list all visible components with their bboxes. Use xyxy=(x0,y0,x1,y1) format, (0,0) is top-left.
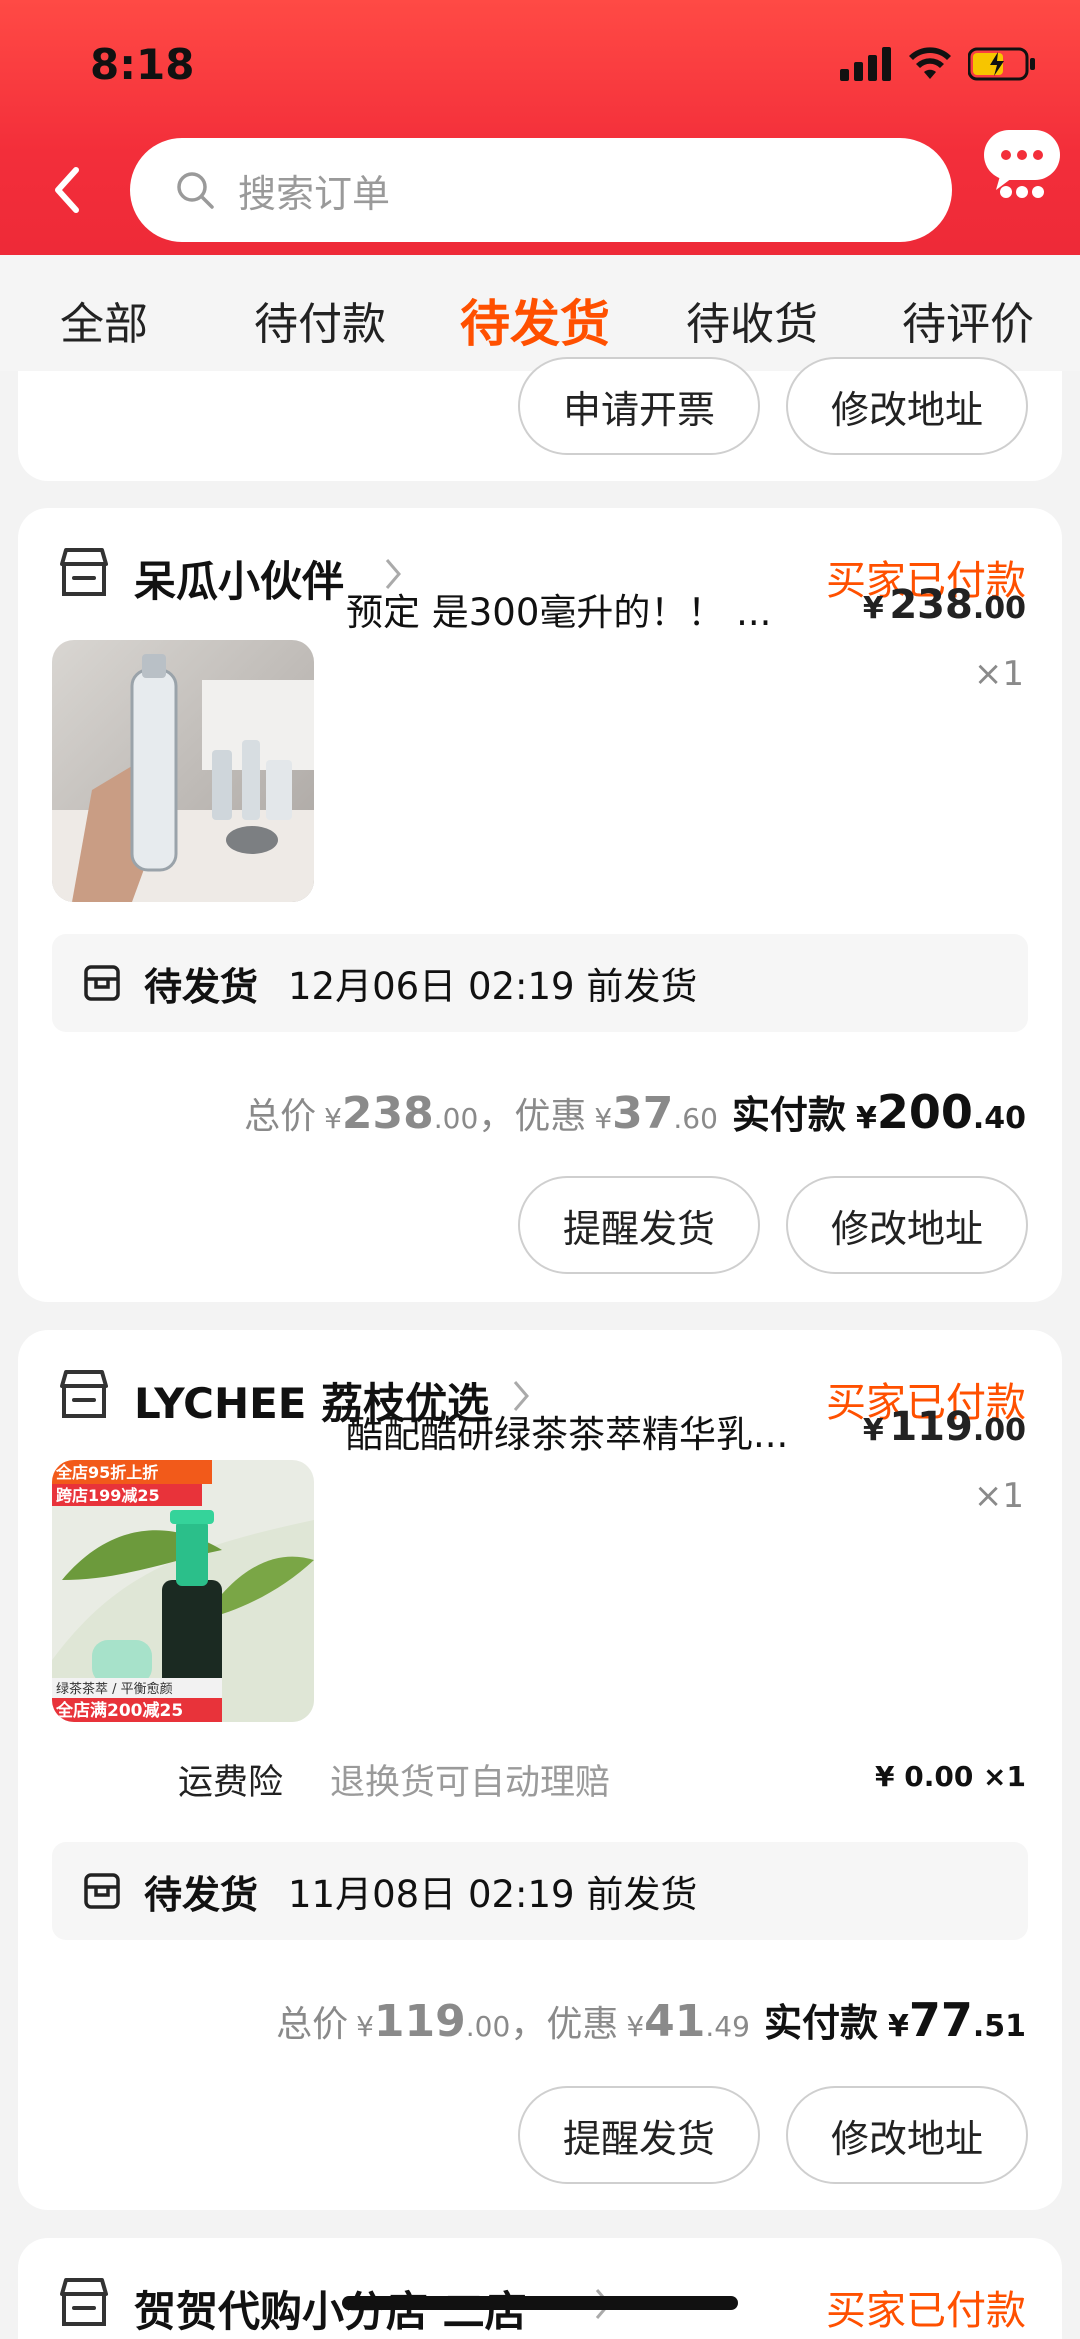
tab-pending-payment[interactable]: 待付款 xyxy=(254,288,386,352)
package-icon xyxy=(84,965,120,1001)
shop-name[interactable]: 呆瓜小伙伴 xyxy=(134,548,344,609)
search-placeholder: 搜索订单 xyxy=(238,171,391,216)
product-price: ¥ 238.00 xyxy=(862,582,1026,628)
tab-all[interactable]: 全部 xyxy=(60,288,148,352)
thumb-banner-bottom2: 全店满200减25 xyxy=(55,1700,183,1721)
tab-pending-receipt[interactable]: 待收货 xyxy=(686,288,818,352)
package-icon xyxy=(84,1873,120,1909)
product-price: ¥ 119.00 xyxy=(862,1404,1026,1450)
ship-status-label: 待发货 xyxy=(144,964,259,1009)
product-title[interactable]: 酷配酷研绿茶茶萃精华乳... xyxy=(346,1404,788,1458)
product-thumbnail[interactable] xyxy=(52,640,314,902)
product-thumbnail[interactable]: 全店95折上折 跨店199减25 绿茶茶萃 / 平衡愈颜 全店满200减25 xyxy=(52,1460,314,1722)
product-quantity: ×1 xyxy=(973,1476,1024,1516)
change-address-button[interactable]: 修改地址 xyxy=(786,1176,1028,1274)
header-bar: 8:18 搜索订单 xyxy=(0,0,1080,255)
shipping-status-bar: 待发货 11月08日 02:19 前发货 xyxy=(52,1842,1028,1940)
shipping-insurance-desc: 退换货可自动理赔 xyxy=(330,1763,611,1803)
order-status: 买家已付款 xyxy=(826,2288,1026,2334)
status-time: 8:18 xyxy=(90,40,195,89)
remind-shipment-button[interactable]: 提醒发货 xyxy=(518,2086,760,2184)
order-card: LYCHEE 荔枝优选 买家已付款 全店95折上折 跨店199减25 绿茶茶萃 … xyxy=(18,1330,1062,2210)
status-icons xyxy=(840,46,1038,82)
thumb-banner-top2: 跨店199减25 xyxy=(56,1486,160,1505)
thumb-banner-bottom1: 绿茶茶萃 / 平衡愈颜 xyxy=(56,1681,173,1697)
tab-pending-shipment[interactable]: 待发货 xyxy=(460,284,610,356)
home-indicator[interactable] xyxy=(342,2296,738,2310)
shipping-insurance-price: ¥ 0.00 ×1 xyxy=(874,1760,1026,1793)
ship-deadline: 12月06日 02:19 前发货 xyxy=(288,965,698,1008)
thumb-banner-top1: 全店95折上折 xyxy=(55,1463,158,1482)
request-invoice-button[interactable]: 申请开票 xyxy=(518,357,760,455)
search-input[interactable]: 搜索订单 xyxy=(130,138,952,242)
remind-shipment-button[interactable]: 提醒发货 xyxy=(518,1176,760,1274)
battery-icon xyxy=(968,47,1035,81)
store-icon xyxy=(60,1370,108,1418)
signal-icon xyxy=(840,47,891,81)
shipping-status-bar: 待发货 12月06日 02:19 前发货 xyxy=(52,934,1028,1032)
message-icon[interactable] xyxy=(982,128,1062,200)
order-card-partial: 申请开票 修改地址 xyxy=(18,357,1062,481)
search-icon xyxy=(177,172,214,209)
store-icon xyxy=(60,548,108,596)
change-address-button[interactable]: 修改地址 xyxy=(786,357,1028,455)
order-totals: 总价 ¥ 238.00 ， 优惠 ¥ 37.60 实付款 ¥ 200.40 xyxy=(244,1085,1026,1139)
order-card: 贺贺代购小分店 二店 买家已付款 xyxy=(18,2238,1062,2339)
ship-deadline: 11月08日 02:19 前发货 xyxy=(288,1873,698,1916)
wifi-icon xyxy=(909,47,951,79)
shipping-insurance-label: 运费险 xyxy=(178,1763,284,1803)
product-title[interactable]: 预定 是300毫升的！！ ... xyxy=(346,582,771,636)
change-address-button[interactable]: 修改地址 xyxy=(786,2086,1028,2184)
order-totals: 总价 ¥ 119.00 ， 优惠 ¥ 41.49 实付款 ¥ 77.51 xyxy=(276,1993,1026,2047)
back-icon[interactable] xyxy=(46,160,86,220)
ship-status-label: 待发货 xyxy=(144,1872,259,1917)
store-icon xyxy=(60,2278,108,2326)
product-quantity: ×1 xyxy=(973,654,1024,694)
tab-pending-review[interactable]: 待评价 xyxy=(902,288,1034,352)
order-card: 呆瓜小伙伴 买家已付款 预定 是300毫升的！！ ... ¥ 238.00 ×1… xyxy=(18,508,1062,1302)
